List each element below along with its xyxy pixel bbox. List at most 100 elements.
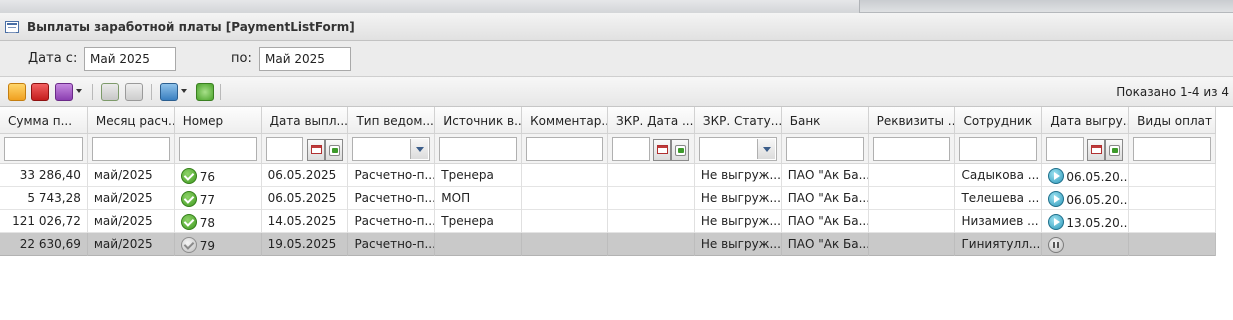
form-title: Выплаты заработной платы [PaymentListFor…	[27, 20, 355, 34]
column-header-upload-date[interactable]: Дата выгру...	[1042, 107, 1130, 134]
cell-type: Расчетно-п...	[348, 233, 436, 256]
form-icon	[5, 21, 19, 33]
cell-amount: 121 026,72	[0, 210, 88, 233]
cell-pay-types	[1129, 233, 1217, 256]
column-header-source[interactable]: Источник в...	[435, 107, 523, 134]
filter-input-bank[interactable]	[785, 137, 864, 161]
filter-cell-number	[175, 134, 262, 164]
filter-input-employee[interactable]	[959, 137, 1038, 161]
column-header-zkr-date[interactable]: ЗКР. Дата ...	[608, 107, 695, 134]
date-to-label: по:	[231, 51, 252, 66]
filter-input-source[interactable]	[439, 137, 518, 161]
clear-icon	[675, 145, 687, 156]
play-icon[interactable]	[1048, 191, 1065, 207]
upload-date-text: 06.05.20...	[1066, 170, 1130, 184]
filter-cell-pay-types	[1129, 134, 1217, 164]
filter-calendar-button[interactable]	[1087, 139, 1106, 161]
pause-icon[interactable]	[1048, 237, 1065, 253]
table-row[interactable]: 5 743,28 май/2025 77 06.05.2025 Расчетно-п..…	[0, 187, 1217, 210]
cell-employee: Низамиев ...	[955, 210, 1043, 233]
cell-number: 79	[175, 233, 262, 256]
date-to-input[interactable]: Май 2025	[259, 47, 351, 71]
column-header-month[interactable]: Месяц расч...	[88, 107, 175, 134]
cell-comment	[522, 233, 609, 256]
filter-cell-zkr-status	[695, 134, 782, 164]
filter-cell-source	[435, 134, 523, 164]
table-row[interactable]: 22 630,69 май/2025 79 19.05.2025 Расчетно-п.…	[0, 233, 1217, 256]
grid-toolbar: Показано 1-4 из 4	[0, 77, 1233, 107]
refresh-icon[interactable]	[196, 83, 214, 101]
approved-check-icon	[180, 191, 197, 207]
actions-dropdown-icon[interactable]	[76, 89, 82, 93]
column-header-amount[interactable]: Сумма п...	[0, 107, 88, 134]
cell-upload-date: 06.05.20...	[1042, 164, 1130, 187]
play-icon[interactable]	[1048, 214, 1065, 230]
disapprove-icon[interactable]	[125, 83, 143, 101]
column-header-comment[interactable]: Комментар...	[522, 107, 609, 134]
filter-input-comment[interactable]	[526, 137, 604, 161]
cell-type: Расчетно-п...	[348, 187, 436, 210]
filter-cell-date	[262, 134, 349, 164]
table-row[interactable]: 33 286,40 май/2025 76 06.05.2025 Расчетно-п.…	[0, 164, 1217, 187]
cell-date: 06.05.2025	[262, 164, 349, 187]
cell-zkr-status: Не выгруж...	[695, 187, 782, 210]
edit-icon[interactable]	[8, 83, 26, 101]
calendar-icon	[1091, 145, 1103, 154]
chevron-down-icon[interactable]	[410, 139, 429, 159]
column-header-bank[interactable]: Банк	[782, 107, 869, 134]
cell-source: МОП	[435, 187, 523, 210]
filter-date-input[interactable]	[265, 137, 304, 161]
cell-employee: Гиниятулл...	[955, 233, 1043, 256]
filter-input-month[interactable]	[91, 137, 170, 161]
column-header-employee[interactable]: Сотрудник	[955, 107, 1043, 134]
upload-date-text: 06.05.20...	[1066, 193, 1130, 207]
toolbar-divider	[92, 84, 93, 100]
cell-upload-date: 13.05.20...	[1042, 210, 1130, 233]
date-from-input[interactable]: Май 2025	[84, 47, 176, 71]
column-header-details[interactable]: Реквизиты ...	[869, 107, 956, 134]
filter-input-amount[interactable]	[4, 137, 83, 161]
window-tab[interactable]	[0, 0, 860, 13]
column-header-type[interactable]: Тип ведом...	[348, 107, 436, 134]
filter-calendar-button[interactable]	[306, 139, 325, 161]
records-shown-label: Показано 1-4 из 4	[1116, 85, 1229, 99]
approve-icon[interactable]	[101, 83, 119, 101]
print-dropdown-icon[interactable]	[181, 89, 187, 93]
filter-clear-button[interactable]	[671, 139, 690, 161]
toolbar-divider	[220, 84, 221, 100]
table-row[interactable]: 121 026,72 май/2025 78 14.05.2025 Расчетно-п…	[0, 210, 1217, 233]
cell-pay-types	[1129, 164, 1217, 187]
filter-input-number[interactable]	[178, 137, 257, 161]
actions-icon[interactable]	[55, 83, 73, 101]
filter-date-input[interactable]	[1046, 137, 1085, 161]
filter-cell-zkr-date	[608, 134, 695, 164]
column-header-date[interactable]: Дата выпл...	[262, 107, 349, 134]
play-icon[interactable]	[1048, 168, 1065, 184]
cell-zkr-date	[608, 187, 695, 210]
column-header-zkr-status[interactable]: ЗКР. Стату...	[695, 107, 782, 134]
filter-input-zkr-status[interactable]	[698, 137, 777, 161]
cell-amount: 22 630,69	[0, 233, 88, 256]
top-tab-strip	[0, 0, 1233, 13]
cell-source	[435, 233, 523, 256]
filter-input-pay-types[interactable]	[1133, 137, 1212, 161]
delete-icon[interactable]	[31, 83, 49, 101]
column-header-pay-types[interactable]: Виды оплат	[1129, 107, 1217, 134]
column-header-number[interactable]: Номер	[175, 107, 262, 134]
filter-clear-button[interactable]	[324, 139, 343, 161]
print-icon[interactable]	[160, 83, 178, 101]
filter-input-type[interactable]	[352, 137, 431, 161]
cell-pay-types	[1129, 187, 1217, 210]
unapproved-check-icon	[180, 237, 197, 253]
cell-zkr-date	[608, 210, 695, 233]
chevron-down-icon[interactable]	[756, 139, 775, 159]
payment-number: 79	[199, 239, 215, 253]
cell-details	[869, 164, 956, 187]
payment-number: 78	[199, 216, 215, 230]
cell-zkr-date	[608, 164, 695, 187]
filter-calendar-button[interactable]	[653, 139, 672, 161]
toolbar-divider	[151, 84, 152, 100]
filter-date-input[interactable]	[612, 137, 650, 161]
filter-clear-button[interactable]	[1105, 139, 1124, 161]
filter-input-details[interactable]	[872, 137, 951, 161]
